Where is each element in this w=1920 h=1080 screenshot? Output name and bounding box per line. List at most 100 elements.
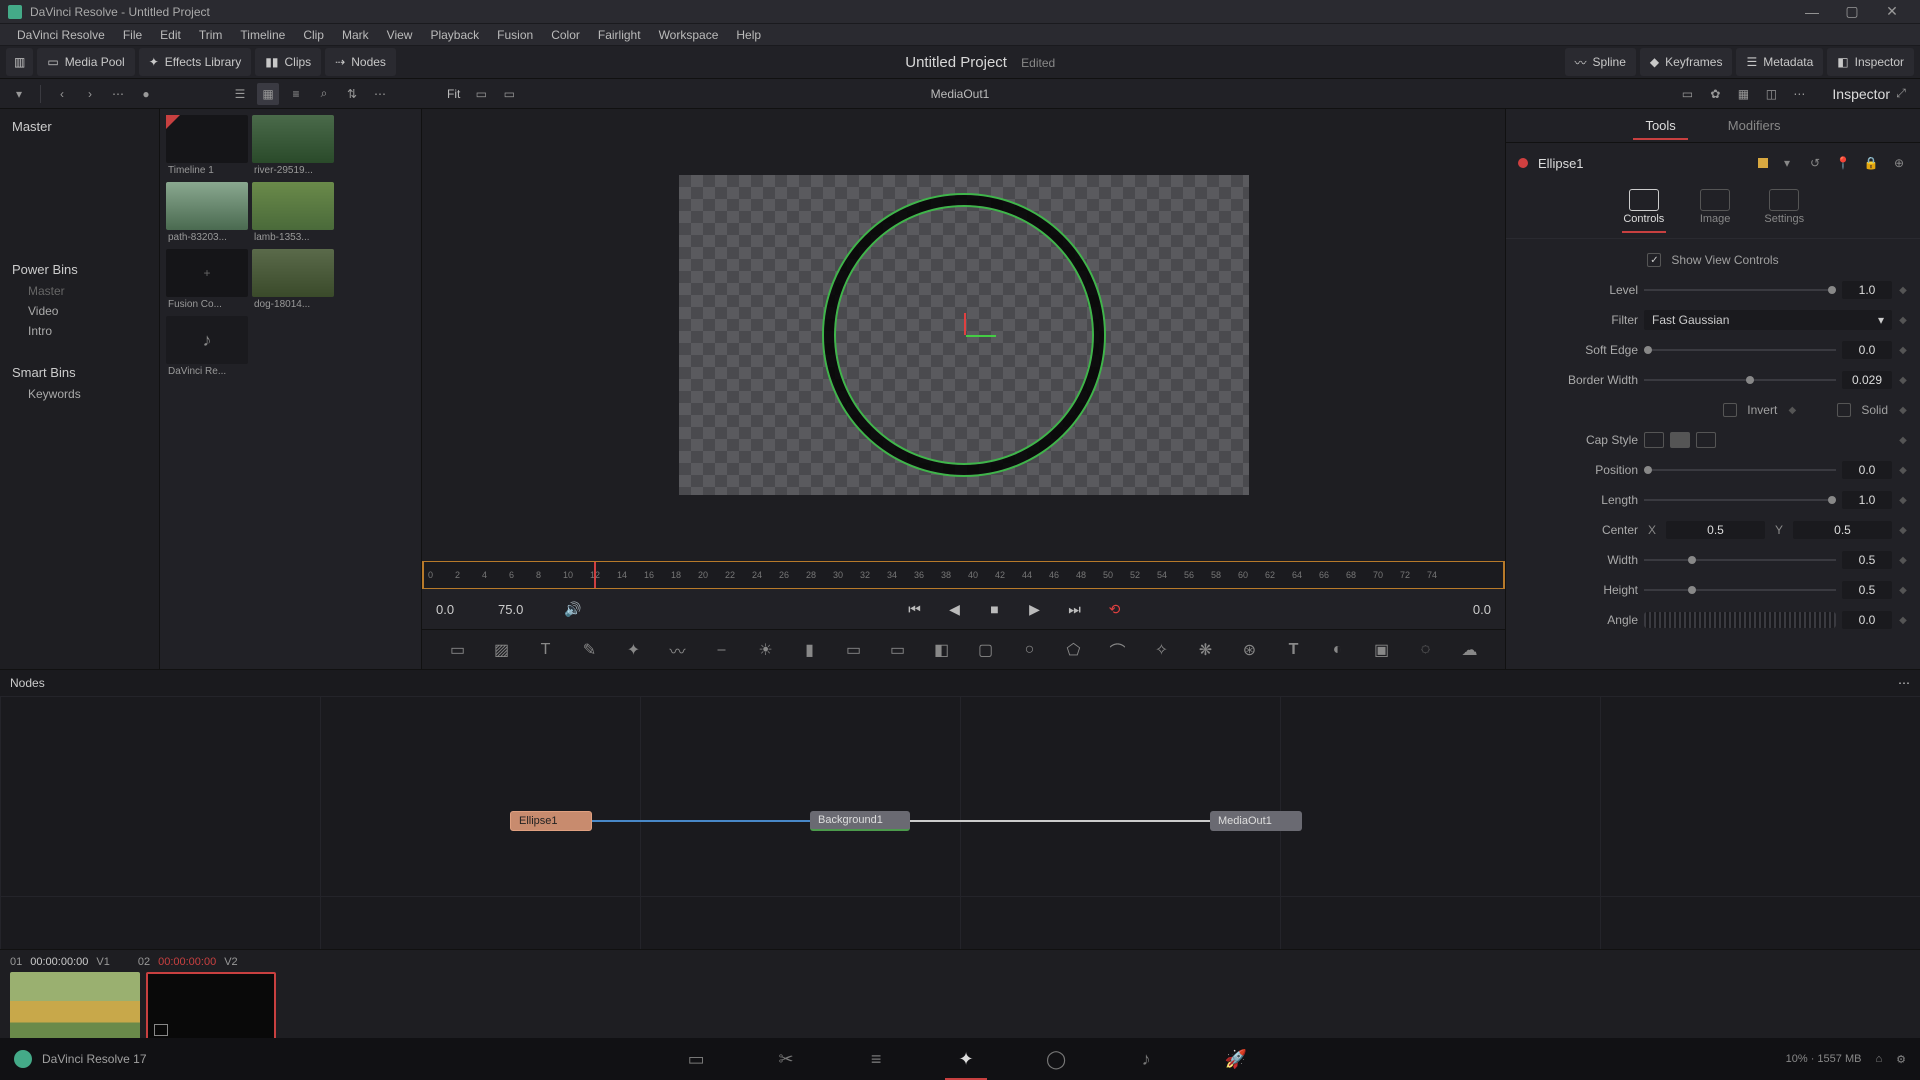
capstyle-round-button[interactable] (1670, 432, 1690, 448)
node-graph-canvas[interactable]: Ellipse1 Background1 MediaOut1 (0, 696, 1920, 949)
view-metadata-button[interactable]: ☰ (229, 83, 251, 105)
menu-mark[interactable]: Mark (333, 28, 378, 42)
tool-paint[interactable]: ✎ (578, 638, 602, 662)
keyframe-diamond[interactable]: ◆ (1898, 315, 1908, 326)
timeline-clip-selected[interactable] (146, 972, 276, 1044)
viewer-split-button[interactable]: ◫ (1760, 83, 1782, 105)
playhead[interactable] (594, 562, 596, 588)
menu-view[interactable]: View (378, 28, 422, 42)
reset-icon[interactable]: ↺ (1806, 154, 1824, 172)
power-bin-master[interactable]: Master (4, 281, 155, 301)
inspector-tab-tools[interactable]: Tools (1633, 112, 1687, 139)
keyframe-diamond[interactable]: ◆ (1898, 405, 1908, 416)
tool-erode[interactable]: ▮ (798, 638, 822, 662)
menu-file[interactable]: File (114, 28, 151, 42)
softedge-value[interactable]: 0.0 (1842, 341, 1892, 359)
viewer-snapshot-button[interactable]: ✿ (1704, 83, 1726, 105)
subtab-settings[interactable]: Settings (1764, 189, 1804, 225)
tool-camera3d[interactable]: ▣ (1370, 638, 1394, 662)
tool-fastnoise[interactable]: ▨ (490, 638, 514, 662)
keyframe-diamond[interactable]: ◆ (1898, 555, 1908, 566)
clip-thumb[interactable]: Timeline 1 (166, 115, 248, 178)
nav-back-button[interactable]: ‹ (51, 83, 73, 105)
level-value[interactable]: 1.0 (1842, 281, 1892, 299)
keyframe-diamond[interactable]: ◆ (1898, 375, 1908, 386)
menu-timeline[interactable]: Timeline (231, 28, 294, 42)
go-start-button[interactable]: ⏮ (902, 596, 928, 622)
viewer-canvas[interactable] (422, 109, 1505, 561)
chevron-down-icon[interactable]: ▾ (1778, 154, 1796, 172)
time-current[interactable]: 0.0 (1443, 602, 1491, 617)
keyframe-diamond[interactable]: ◆ (1898, 285, 1908, 296)
tool-merge[interactable]: ▭ (842, 638, 866, 662)
tool-background[interactable]: ▭ (446, 638, 470, 662)
menu-playback[interactable]: Playback (421, 28, 488, 42)
step-back-button[interactable]: ◀ (942, 596, 968, 622)
options-button[interactable]: ⋯ (107, 83, 129, 105)
filter-dropdown[interactable]: Fast Gaussian▾ (1644, 310, 1892, 330)
page-media[interactable]: ▭ (681, 1044, 711, 1074)
length-value[interactable]: 1.0 (1842, 491, 1892, 509)
menu-workspace[interactable]: Workspace (650, 28, 728, 42)
version-indicator[interactable] (1758, 158, 1768, 168)
tool-renderer3d[interactable]: ☁ (1458, 638, 1482, 662)
position-value[interactable]: 0.0 (1842, 461, 1892, 479)
nodes-button[interactable]: ⇢Nodes (325, 48, 396, 76)
power-bin-intro[interactable]: Intro (4, 321, 155, 341)
window-close-button[interactable]: ✕ (1872, 0, 1912, 24)
viewer-layout-button[interactable]: ▭ (1676, 83, 1698, 105)
keyframes-button[interactable]: ◆Keyframes (1640, 48, 1733, 76)
angle-value[interactable]: 0.0 (1842, 611, 1892, 629)
level-slider[interactable] (1644, 283, 1836, 297)
clips-button[interactable]: ▮▮Clips (255, 48, 321, 76)
stop-button[interactable]: ■ (982, 596, 1008, 622)
inspector-tab-modifiers[interactable]: Modifiers (1716, 112, 1793, 139)
menu-edit[interactable]: Edit (151, 28, 190, 42)
search-button[interactable]: ⌕ (313, 83, 335, 105)
tool-pemitter[interactable]: ⊛ (1238, 638, 1262, 662)
tool-brightness[interactable]: 〰 (666, 638, 690, 662)
clip-thumb[interactable]: path-83203... (166, 182, 248, 245)
keyframe-diamond[interactable]: ◆ (1898, 525, 1908, 536)
height-slider[interactable] (1644, 583, 1836, 597)
tool-mask-ellipse[interactable]: ○ (1018, 638, 1042, 662)
node-connection[interactable] (910, 820, 1210, 822)
clip-thumb[interactable]: +Fusion Co... (166, 249, 248, 312)
clip-thumb[interactable]: ♪DaVinci Re... (166, 316, 248, 379)
softedge-slider[interactable] (1644, 343, 1836, 357)
viewer-more-button[interactable]: ⋯ (1788, 83, 1810, 105)
clip-thumb[interactable]: lamb-1353... (252, 182, 334, 245)
nav-forward-button[interactable]: › (79, 83, 101, 105)
page-color[interactable]: ◯ (1041, 1044, 1071, 1074)
master-bin[interactable]: Master (4, 115, 155, 138)
clip-thumb[interactable]: dog-18014... (252, 249, 334, 312)
toggle-button[interactable]: ● (135, 83, 157, 105)
inspector-expand-button[interactable]: ⤢ (1890, 83, 1912, 105)
audio-toggle-button[interactable]: 🔊 (560, 596, 586, 622)
keyframe-diamond[interactable]: ◆ (1898, 495, 1908, 506)
metadata-button[interactable]: ☰Metadata (1736, 48, 1823, 76)
keyframe-diamond[interactable]: ◆ (1898, 615, 1908, 626)
invert-checkbox[interactable] (1723, 403, 1737, 417)
tool-text[interactable]: T (534, 638, 558, 662)
layout-button[interactable]: ▥ (6, 48, 33, 76)
center-x-value[interactable]: 0.5 (1666, 521, 1765, 539)
tool-transform[interactable]: ▭ (886, 638, 910, 662)
menu-clip[interactable]: Clip (294, 28, 333, 42)
menu-color[interactable]: Color (542, 28, 589, 42)
sort-button[interactable]: ⇅ (341, 83, 363, 105)
angle-thumbwheel[interactable] (1644, 612, 1836, 628)
spline-button[interactable]: 〰Spline (1565, 48, 1636, 76)
subtab-image[interactable]: Image (1700, 189, 1731, 225)
tool-light[interactable]: ◌ (1414, 638, 1438, 662)
tool-text3d[interactable]: T (1282, 638, 1306, 662)
page-fairlight[interactable]: ♪ (1131, 1044, 1161, 1074)
bin-dropdown[interactable]: ▾ (8, 83, 30, 105)
loop-button[interactable]: ⟲ (1102, 596, 1128, 622)
page-deliver[interactable]: 🚀 (1221, 1044, 1251, 1074)
clip-thumb[interactable]: river-29519... (252, 115, 334, 178)
power-bins-header[interactable]: Power Bins (4, 258, 155, 281)
tool-mask-polygon[interactable]: ⬠ (1062, 638, 1086, 662)
keyframe-diamond[interactable]: ◆ (1898, 345, 1908, 356)
keyframe-diamond[interactable]: ◆ (1898, 435, 1908, 446)
